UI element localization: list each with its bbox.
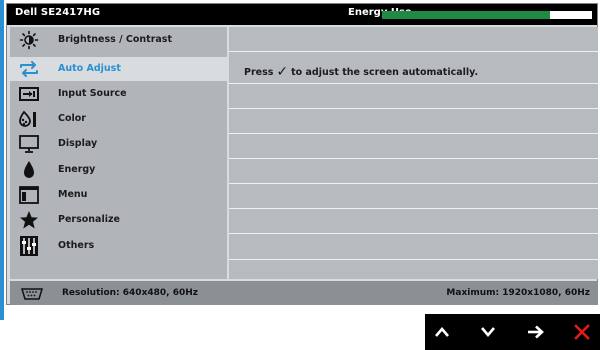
energy-use-fill <box>382 11 550 19</box>
vga-connector-icon <box>20 286 44 300</box>
menu-item-color[interactable]: Color <box>10 107 227 131</box>
row-divider <box>229 158 598 159</box>
menu-item-energy[interactable]: Energy <box>10 158 227 182</box>
brightness-icon <box>18 29 40 51</box>
row-divider <box>229 108 598 109</box>
close-icon <box>574 324 590 340</box>
row-divider <box>229 259 598 260</box>
menu-item-auto-adjust[interactable]: Auto Adjust <box>10 57 227 81</box>
others-icon <box>18 235 40 257</box>
display-icon <box>18 133 40 155</box>
osd-title-bar: Dell SE2417HG Energy Use <box>7 4 597 25</box>
down-button[interactable] <box>474 319 502 345</box>
row-divider <box>229 233 598 234</box>
row-divider <box>229 51 598 52</box>
menu-label-others: Others <box>58 240 95 251</box>
menu-item-display[interactable]: Display <box>10 132 227 156</box>
menu-label-input-source: Input Source <box>58 88 127 99</box>
enter-button[interactable] <box>522 319 550 345</box>
maximum-resolution: Maximum: 1920x1080, 60Hz <box>446 288 590 298</box>
row-divider <box>229 83 598 84</box>
menu-label-energy: Energy <box>58 164 96 175</box>
menu-item-personalize[interactable]: Personalize <box>10 208 227 232</box>
instruction-press-text: Press <box>244 67 274 78</box>
right-arrow-icon <box>527 325 545 339</box>
menu-icon <box>18 184 40 206</box>
menu-item-menu[interactable]: Menu <box>10 183 227 207</box>
menu-label-brightness-contrast: Brightness / Contrast <box>58 34 172 45</box>
menu-item-brightness-contrast[interactable]: Brightness / Contrast <box>10 28 227 52</box>
energy-icon <box>18 159 40 181</box>
star-icon <box>18 209 40 231</box>
auto-adjust-icon <box>18 58 40 80</box>
up-arrow-icon <box>434 326 450 338</box>
menu-item-others[interactable]: Others <box>10 234 227 258</box>
menu-item-input-source[interactable]: Input Source <box>10 82 227 106</box>
instruction-rest-text: to adjust the screen automatically. <box>291 67 479 78</box>
row-divider <box>229 208 598 209</box>
color-icon <box>18 108 40 130</box>
monitor-osd-screen: Dell SE2417HG Energy Use Brightness / Co… <box>0 0 600 350</box>
osd-window: Dell SE2417HG Energy Use Brightness / Co… <box>6 3 598 305</box>
submenu-panel: Press ✓ to adjust the screen automatically… <box>229 27 598 279</box>
auto-adjust-instruction: Press ✓ to adjust the screen automatically… <box>244 63 479 80</box>
current-resolution: Resolution: 640x480, 60Hz <box>62 288 199 298</box>
checkmark-icon: ✓ <box>276 64 289 80</box>
menu-label-personalize: Personalize <box>58 214 120 225</box>
status-bar: Resolution: 640x480, 60Hz Maximum: 1920x… <box>10 281 598 305</box>
row-divider <box>229 133 598 134</box>
model-title: Dell SE2417HG <box>15 7 101 18</box>
exit-button[interactable] <box>568 319 596 345</box>
menu-label-auto-adjust: Auto Adjust <box>58 63 121 74</box>
osd-menu: Brightness / Contrast Auto Adjust Input … <box>10 27 227 279</box>
input-source-icon <box>18 83 40 105</box>
menu-label-menu: Menu <box>58 189 88 200</box>
osd-navigation-bar <box>425 314 600 350</box>
row-divider <box>229 183 598 184</box>
down-arrow-icon <box>480 326 496 338</box>
up-button[interactable] <box>428 319 456 345</box>
left-accent-line <box>0 0 4 320</box>
energy-use-meter <box>382 11 592 19</box>
menu-label-display: Display <box>58 138 98 149</box>
menu-label-color: Color <box>58 113 86 124</box>
